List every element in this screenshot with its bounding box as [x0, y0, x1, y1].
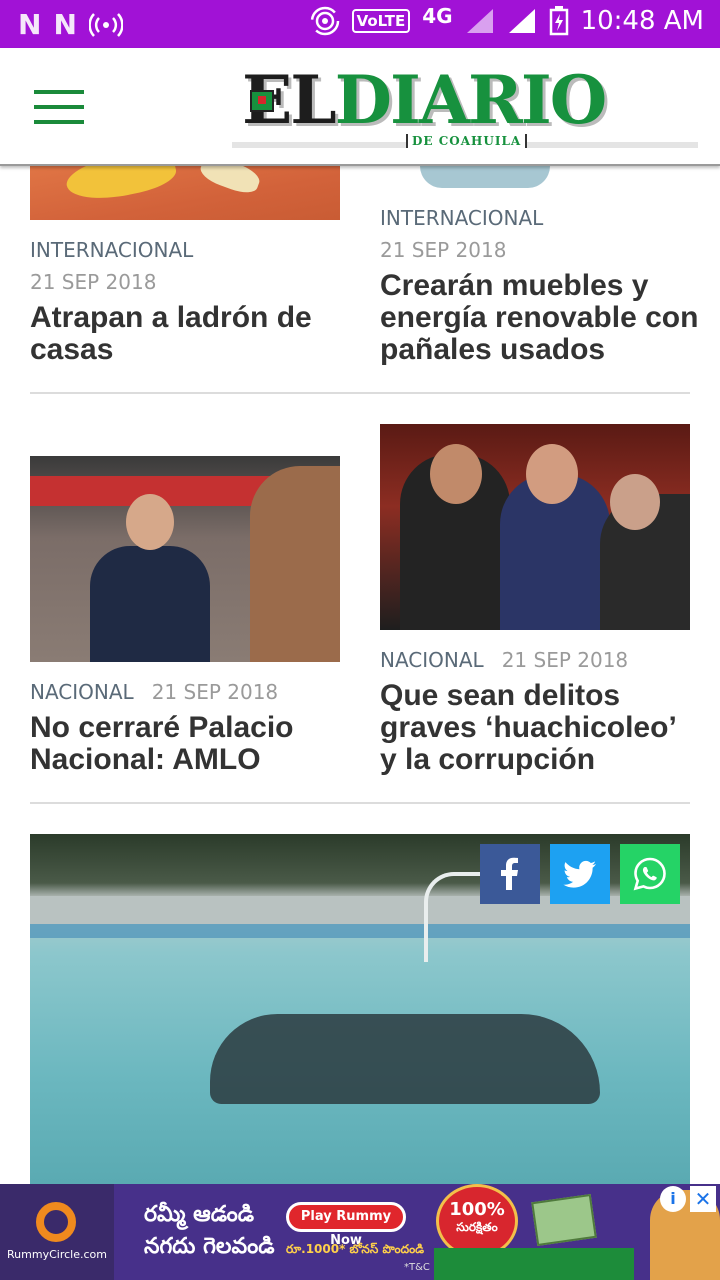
article-card[interactable]: NACIONAL 21 SEP 2018 Que sean delitos gra… [380, 424, 690, 796]
article-meta: NACIONAL 21 SEP 2018 [380, 648, 628, 672]
ad-badge: 100% సురక్షితం [436, 1184, 518, 1258]
ad-banner[interactable]: RummyCircle.com రమ్మీ ఆడండి నగదు గెలవండి… [0, 1184, 720, 1280]
ad-cards-image [434, 1248, 634, 1280]
article-category[interactable]: INTERNACIONAL [30, 238, 193, 262]
battery-charging-icon [549, 6, 568, 36]
article-title[interactable]: Atrapan a ladrón de casas [30, 302, 350, 366]
article-meta: NACIONAL 21 SEP 2018 [30, 680, 278, 704]
share-whatsapp-button[interactable] [620, 844, 680, 904]
article-category[interactable]: NACIONAL [380, 648, 484, 672]
signal-icon [466, 9, 493, 33]
article-title[interactable]: Crearán muebles y energía renovable con … [380, 270, 700, 366]
network-type: 4G [422, 4, 453, 28]
wireless-signal-icon [310, 6, 339, 36]
ad-badge-percent: 100% [449, 1199, 505, 1220]
article-date: 21 SEP 2018 [380, 238, 507, 262]
article-date: 21 SEP 2018 [30, 270, 157, 294]
ad-body[interactable]: రమ్మీ ఆడండి నగదు గెలవండి Play Rummy Now … [114, 1184, 720, 1280]
clock: 10:48 AM [580, 6, 704, 36]
ad-cash-icon [531, 1194, 597, 1246]
ad-terms: *T&C [404, 1262, 430, 1273]
ad-headline-line2: నగదు గెలవండి [144, 1234, 275, 1259]
article-thumbnail[interactable] [380, 424, 690, 630]
article-thumbnail[interactable] [380, 166, 690, 188]
ad-badge-text: సురక్షితం [456, 1220, 498, 1234]
share-facebook-button[interactable] [480, 844, 540, 904]
article-thumbnail[interactable] [30, 166, 340, 220]
logo-diario: DIARIO [334, 61, 608, 139]
ad-brand-name: RummyCircle.com [7, 1248, 107, 1261]
article-card[interactable]: INTERNACIONAL 21 SEP 2018 Atrapan a ladr… [30, 166, 340, 376]
article-category[interactable]: NACIONAL [30, 680, 134, 704]
ad-cta-button[interactable]: Play Rummy Now [286, 1202, 406, 1248]
article-card[interactable]: INTERNACIONAL 21 SEP 2018 Crearán mueble… [380, 166, 698, 376]
volte-badge: VoLTE [351, 9, 411, 33]
ad-info-icon[interactable]: i [660, 1186, 686, 1212]
n-notification-icon: N [53, 8, 76, 41]
article-category[interactable]: INTERNACIONAL [380, 206, 543, 230]
article-card[interactable]: NACIONAL 21 SEP 2018 No cerraré Palacio N… [30, 456, 340, 796]
app-bar: ELDIARIO DE COAHUILA [0, 48, 720, 166]
ad-brand-panel[interactable]: RummyCircle.com [0, 1184, 114, 1280]
logo-wordmark: ELDIARIO [242, 61, 608, 139]
rummycircle-logo-icon [36, 1202, 76, 1242]
divider [30, 392, 690, 394]
twitter-icon [563, 860, 596, 888]
hotspot-icon [88, 12, 123, 37]
ad-headline-line1: రమ్మీ ఆడండి [144, 1202, 255, 1227]
logo-subtitle: DE COAHUILA [406, 134, 528, 148]
article-date: 21 SEP 2018 [501, 648, 629, 672]
logo[interactable]: ELDIARIO DE COAHUILA [232, 62, 698, 152]
ad-close-icon[interactable]: ✕ [690, 1186, 716, 1212]
divider [30, 802, 690, 804]
status-left: N N [18, 8, 123, 41]
signal-icon [508, 9, 535, 33]
article-title[interactable]: No cerraré Palacio Nacional: AMLO [30, 712, 350, 776]
ad-prize-text: రూ.1000* బోనస్ పొందండి [286, 1242, 425, 1256]
article-date: 21 SEP 2018 [151, 680, 279, 704]
status-bar: N N VoLTE 4G 10:48 AM [0, 0, 720, 48]
whatsapp-icon [633, 857, 666, 891]
hamburger-menu-icon[interactable] [34, 90, 84, 126]
status-right: VoLTE 4G 10:48 AM [310, 4, 704, 36]
logo-flag-icon [250, 90, 274, 112]
article-thumbnail[interactable] [30, 456, 340, 662]
share-twitter-button[interactable] [550, 844, 610, 904]
n-notification-icon: N [18, 8, 41, 41]
article-title[interactable]: Que sean delitos graves ‘huachicoleo’ y … [380, 680, 700, 776]
facebook-icon [501, 857, 518, 890]
news-feed[interactable]: INTERNACIONAL 21 SEP 2018 Atrapan a ladr… [0, 166, 720, 1184]
